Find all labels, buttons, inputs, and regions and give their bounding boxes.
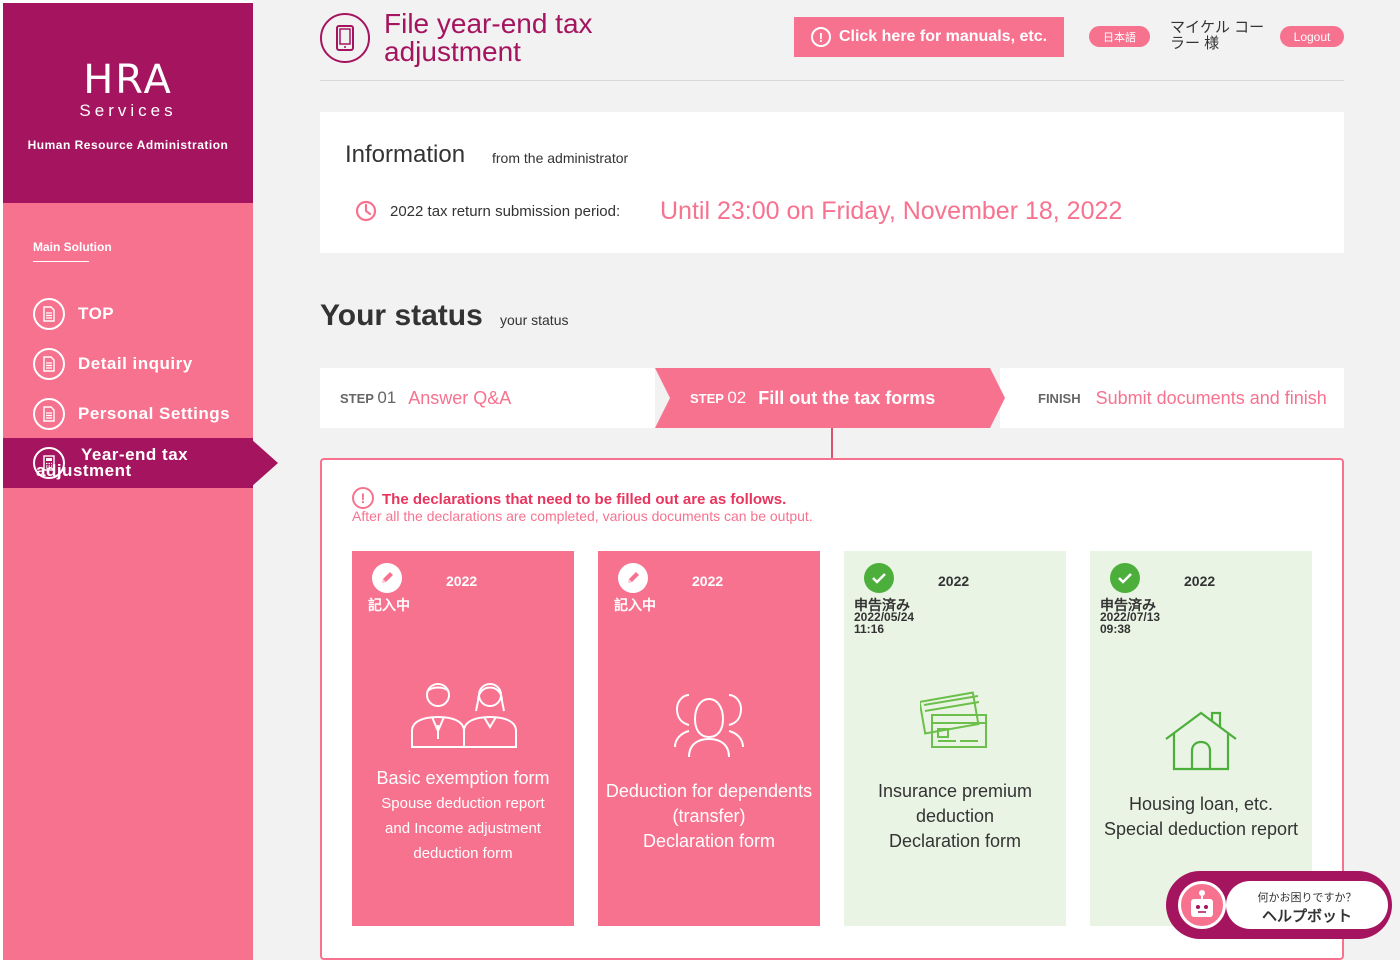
step-answer-qa[interactable]: STEP 01 Answer Q&A [320, 368, 665, 428]
card-status: 記入中 [368, 597, 410, 613]
step-label: Answer Q&A [408, 387, 512, 408]
notice-sub: After all the declarations are completed… [352, 508, 813, 524]
step-prefix: STEP 02 [690, 388, 747, 407]
sidebar-item-year-end-tax-adjustment[interactable]: Year-end tax adjustment [3, 438, 253, 488]
manual-button[interactable]: ! Click here for manuals, etc. [794, 17, 1064, 57]
form-card-dependents[interactable]: 2022 記入中 Deduction for dependents (trans… [598, 551, 820, 926]
active-indicator-arrow [250, 438, 278, 488]
form-card-insurance[interactable]: 2022 申告済み 2022/05/24 11:16 Insurance pre… [844, 551, 1066, 926]
couple-icon [352, 679, 574, 749]
submission-period-label: 2022 tax return submission period: [390, 203, 621, 220]
card-year: 2022 [1184, 573, 1216, 589]
card-status: 記入中 [614, 597, 656, 613]
step-finish: FINISH Submit documents and finish [1000, 368, 1344, 428]
credit-card-icon [844, 691, 1066, 753]
document-icon [33, 298, 65, 330]
section-underline [33, 261, 89, 262]
step-prefix: STEP 01 [340, 388, 397, 407]
card-title: Housing loan, etc. Special deduction rep… [1103, 794, 1299, 839]
exclamation-icon: ! [810, 27, 831, 47]
card-year: 2022 [938, 573, 970, 589]
status-title: Your status [320, 299, 483, 332]
helpbot-name: ヘルプボット [1261, 908, 1352, 925]
step-label: Fill out the tax forms [758, 387, 936, 408]
robot-icon [1178, 881, 1226, 929]
info-subtitle: from the administrator [492, 150, 629, 166]
tablet-icon [320, 13, 370, 63]
logout-button[interactable]: Logout [1280, 26, 1344, 47]
helpbot-question: 何かお困りですか？ [1257, 892, 1357, 904]
form-card-basic-exemption[interactable]: 2022 記入中 Basic exemption form Spouse ded… [352, 551, 574, 926]
pencil-icon [372, 563, 402, 593]
helpbot-button[interactable]: 何かお困りですか？ ヘルプボット [1166, 871, 1392, 939]
sidebar-item-label: Year-end tax adjustment [36, 445, 189, 480]
checkmark-icon [864, 563, 894, 593]
sidebar-item-top[interactable]: TOP [3, 290, 253, 338]
logo-main: HRA [83, 57, 173, 103]
info-title: Information [345, 141, 466, 168]
manual-button-label: Click here for manuals, etc. [838, 28, 1048, 45]
header-divider [320, 80, 1344, 81]
page-title: File year-end tax adjustment [384, 8, 593, 67]
status-subtitle: your status [500, 312, 569, 328]
language-button[interactable]: 日本語 [1089, 26, 1150, 47]
card-title: Basic exemption form Spouse deduction re… [376, 768, 550, 862]
group-icon [598, 689, 820, 759]
notice-main: The declarations that need to be filled … [382, 491, 787, 508]
card-title: Deduction for dependents (transfer) Decl… [605, 781, 813, 851]
sidebar-item-label: TOP [78, 304, 115, 323]
house-icon [1090, 709, 1312, 771]
progress-steps: STEP 01 Answer Q&A FINISH Submit documen… [320, 368, 1344, 428]
sidebar-item-detail-inquiry[interactable]: Detail inquiry [3, 340, 253, 388]
step-fill-out-forms[interactable]: STEP 02 Fill out the tax forms [655, 368, 1005, 428]
helpbot-text: 何かお困りですか？ ヘルプボット [1226, 881, 1388, 929]
sidebar-item-personal-settings[interactable]: Personal Settings [3, 390, 253, 438]
clock-icon [355, 200, 377, 222]
exclamation-icon: ! [352, 487, 374, 509]
form-card-housing-loan[interactable]: 2022 申告済み 2022/07/13 09:38 Housing loan,… [1090, 551, 1312, 926]
step-prefix: FINISH [1038, 390, 1081, 406]
submission-deadline: Until 23:00 on Friday, November 18, 2022 [660, 197, 1123, 225]
sidebar-item-label: Detail inquiry [78, 354, 193, 373]
sidebar-logo-area: HRA Services Human Resource Administrati… [3, 0, 253, 203]
document-icon [33, 398, 65, 430]
logo-sub: Services [79, 101, 177, 120]
card-title: Insurance premium deduction Declaration … [877, 781, 1033, 851]
step-connector [831, 428, 833, 459]
card-date: 2022/05/24 11:16 [854, 610, 915, 636]
checkmark-icon [1110, 563, 1140, 593]
step-label: Submit documents and finish [1095, 387, 1327, 408]
card-date: 2022/07/13 09:38 [1100, 610, 1161, 636]
document-icon [33, 348, 65, 380]
card-year: 2022 [446, 573, 478, 589]
logo-tagline: Human Resource Administration [27, 138, 229, 152]
information-panel: Information from the administrator 2022 … [320, 112, 1344, 253]
pencil-icon [618, 563, 648, 593]
user-name: マイケル コーラー 様 [1170, 19, 1265, 52]
sidebar: HRA Services Human Resource Administrati… [0, 0, 253, 960]
card-year: 2022 [692, 573, 724, 589]
sidebar-item-label: Personal Settings [78, 404, 231, 423]
section-label: Main Solution [33, 240, 112, 254]
